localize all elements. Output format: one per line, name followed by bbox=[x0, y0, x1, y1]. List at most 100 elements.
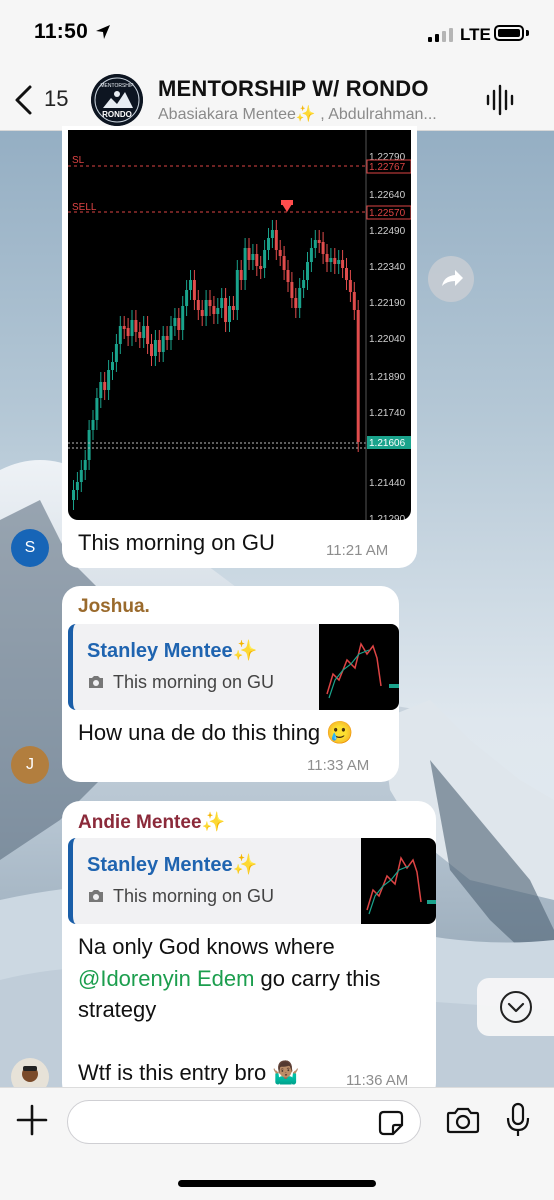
camera-icon[interactable] bbox=[446, 1106, 480, 1134]
candle-body bbox=[196, 300, 200, 310]
battery-icon bbox=[494, 25, 524, 41]
group-logo-text-bottom: RONDO bbox=[102, 110, 132, 119]
candle-body bbox=[321, 242, 325, 254]
price-label: 1.22340 bbox=[369, 262, 406, 273]
sell-arrow-icon bbox=[282, 204, 292, 212]
candle-body bbox=[212, 306, 216, 314]
candle-body bbox=[348, 280, 352, 292]
message-input[interactable] bbox=[82, 1109, 376, 1135]
message-time: 11:21 AM bbox=[326, 542, 389, 559]
voice-chat-icon[interactable] bbox=[486, 83, 514, 117]
plus-icon[interactable] bbox=[16, 1104, 48, 1136]
candle-body bbox=[107, 370, 111, 390]
candle-body bbox=[72, 490, 75, 500]
candle-body bbox=[220, 298, 224, 308]
candle-body bbox=[103, 382, 107, 390]
quote-sender: Stanley Mentee✨ bbox=[87, 640, 258, 662]
chart-sl-label: SL bbox=[72, 155, 85, 166]
chat-screen: 11:50 LTE 15 MENTORSHIP RONDO MENTORSHIP… bbox=[0, 0, 554, 1200]
avatar[interactable]: J bbox=[11, 746, 49, 784]
group-logo-text-top: MENTORSHIP bbox=[100, 83, 134, 89]
candle-body bbox=[313, 240, 317, 248]
price-label: 1.21290 bbox=[369, 514, 406, 520]
sticker-icon[interactable] bbox=[378, 1110, 404, 1136]
price-label: 1.22640 bbox=[369, 190, 406, 201]
group-avatar[interactable]: MENTORSHIP RONDO bbox=[91, 74, 143, 126]
candle-body bbox=[161, 336, 165, 352]
candle-body bbox=[333, 258, 337, 264]
candle-body bbox=[282, 256, 286, 270]
candle-body bbox=[185, 290, 189, 306]
candle-body bbox=[91, 420, 95, 430]
candle-body bbox=[356, 310, 360, 442]
candle-body bbox=[130, 320, 134, 336]
candle-body bbox=[302, 280, 306, 288]
candle-body bbox=[153, 340, 157, 356]
price-label: 1.21890 bbox=[369, 372, 406, 383]
price-label: 1.22490 bbox=[369, 226, 406, 237]
chevron-down-circle-icon bbox=[500, 991, 532, 1023]
candle-body bbox=[177, 318, 181, 330]
message-time: 11:33 AM bbox=[307, 757, 370, 774]
price-label: 1.22767 bbox=[369, 162, 406, 173]
candle-body bbox=[192, 280, 196, 300]
candle-body bbox=[274, 230, 278, 250]
candle-body bbox=[345, 268, 348, 280]
camera-icon bbox=[89, 676, 103, 688]
chat-participants[interactable]: Abasiakara Mentee✨ , Abdulrahman... bbox=[158, 104, 437, 124]
scroll-to-bottom-button[interactable] bbox=[477, 978, 554, 1036]
candle-body bbox=[267, 238, 270, 250]
candle-body bbox=[235, 270, 239, 310]
back-button[interactable]: 15 bbox=[10, 82, 80, 118]
candle-body bbox=[239, 270, 243, 280]
candle-body bbox=[309, 248, 313, 262]
candle-body bbox=[122, 326, 126, 329]
price-label: 1.22040 bbox=[369, 334, 406, 345]
avatar[interactable]: S bbox=[11, 529, 49, 567]
candle-body bbox=[75, 482, 79, 490]
sender-name[interactable]: Andie Mentee✨ bbox=[78, 810, 225, 834]
candle-body bbox=[341, 260, 345, 268]
candle-body bbox=[352, 292, 356, 310]
chat-title[interactable]: MENTORSHIP W/ RONDO bbox=[158, 76, 429, 102]
candle-body bbox=[200, 310, 204, 316]
candle-body bbox=[325, 254, 329, 262]
candle-body bbox=[95, 398, 99, 420]
status-time: 11:50 bbox=[34, 20, 89, 43]
user-mention[interactable]: @Idorenyin Edem bbox=[78, 966, 254, 991]
candle-body bbox=[114, 344, 118, 362]
candle-body bbox=[306, 262, 309, 280]
candle-body bbox=[157, 340, 161, 352]
candle-body bbox=[181, 306, 185, 330]
network-type: LTE bbox=[460, 25, 491, 44]
candle-body bbox=[255, 254, 259, 266]
reply-quote[interactable]: Stanley Mentee✨ This morning on GU bbox=[68, 838, 436, 924]
trading-chart-image[interactable]: SL SELL 1.22790 1.22767 1.22640 1.22570 1.22… bbox=[68, 130, 411, 520]
candle-body bbox=[278, 250, 282, 256]
home-indicator bbox=[178, 1180, 376, 1187]
candle-body bbox=[298, 288, 302, 308]
candle-body bbox=[142, 326, 146, 338]
microphone-icon[interactable] bbox=[505, 1102, 531, 1138]
candle-body bbox=[79, 470, 83, 482]
candle-body bbox=[83, 460, 87, 470]
candle-body bbox=[99, 382, 103, 398]
candle-body bbox=[294, 298, 298, 308]
candle-body bbox=[228, 306, 231, 322]
reply-quote[interactable]: Stanley Mentee✨ This morning on GU bbox=[68, 624, 399, 710]
candle-body bbox=[87, 430, 91, 460]
camera-icon bbox=[89, 890, 103, 902]
message-input-field[interactable] bbox=[67, 1100, 421, 1144]
chart-sell-label: SELL bbox=[72, 202, 97, 213]
sender-name[interactable]: Joshua. bbox=[78, 596, 150, 618]
message-line: strategy bbox=[78, 997, 157, 1022]
status-bar: 11:50 LTE bbox=[0, 0, 554, 70]
candle-body bbox=[138, 332, 142, 338]
price-label: 1.21740 bbox=[369, 408, 406, 419]
message-line: Na only God knows where bbox=[78, 934, 335, 959]
quote-thumbnail bbox=[361, 838, 436, 924]
forward-button[interactable] bbox=[428, 256, 474, 302]
unread-count: 15 bbox=[44, 86, 69, 111]
candle-body bbox=[259, 266, 263, 269]
cellular-signal-icon bbox=[428, 28, 453, 42]
